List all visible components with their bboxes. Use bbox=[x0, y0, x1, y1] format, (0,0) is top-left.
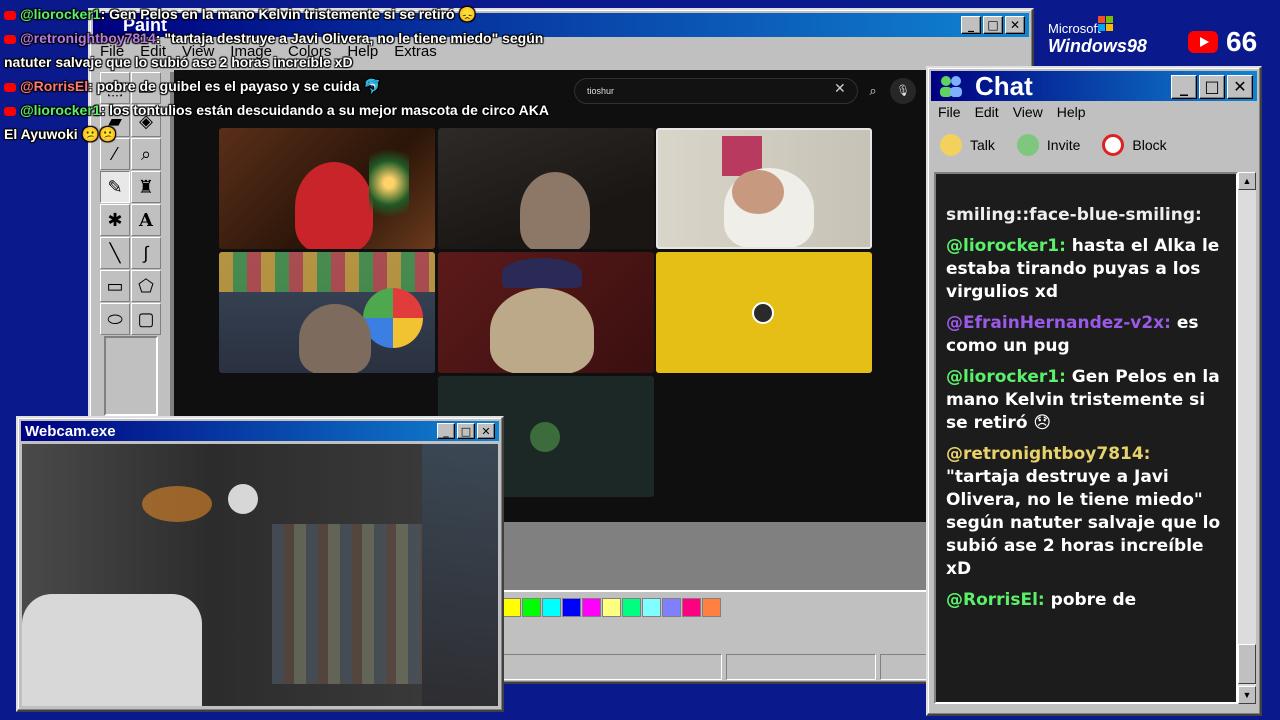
scroll-thumb[interactable] bbox=[1238, 644, 1256, 684]
color-swatch[interactable] bbox=[522, 598, 541, 617]
video-tile bbox=[219, 128, 435, 249]
overlay-chat-line: @retronightboy7814: "tartaja destruye a … bbox=[4, 26, 544, 50]
overlay-chat-line: @liorocker1: los tontulios están descuid… bbox=[4, 98, 549, 122]
chat-message: @RorrisEl: pobre de bbox=[946, 589, 1222, 612]
webcam-window: Webcam.exe _ □ ✕ bbox=[16, 416, 504, 712]
scroll-up-icon[interactable]: ▲ bbox=[1238, 172, 1256, 190]
maximize-button[interactable]: □ bbox=[457, 423, 475, 439]
text-icon[interactable]: A bbox=[131, 204, 161, 236]
youtube-icon bbox=[4, 10, 16, 20]
maximize-button[interactable]: □ bbox=[983, 16, 1003, 34]
talk-icon bbox=[940, 134, 962, 156]
minimize-button[interactable]: _ bbox=[961, 16, 981, 34]
maximize-button[interactable]: □ bbox=[1199, 75, 1225, 99]
chat-menubar: File Edit View Help bbox=[938, 104, 1086, 120]
search-input[interactable]: tioshur bbox=[574, 78, 858, 104]
chat-scrollbar[interactable]: ▲ ▼ bbox=[1238, 172, 1256, 704]
clear-icon[interactable]: ✕ bbox=[834, 80, 846, 97]
pencil-icon[interactable]: ✎ bbox=[100, 171, 130, 203]
microphone-icon[interactable]: 🎙 bbox=[890, 78, 916, 104]
color-swatch[interactable] bbox=[682, 598, 701, 617]
menu-file[interactable]: File bbox=[938, 104, 961, 120]
chat-username[interactable]: @RorrisEl: bbox=[946, 590, 1045, 610]
rounded-rect-icon[interactable]: ▢ bbox=[131, 303, 161, 335]
overlay-chat-line: @RorrisEl: pobre de guibel es el payaso … bbox=[4, 74, 544, 98]
block-button[interactable]: Block bbox=[1102, 134, 1167, 156]
color-swatch[interactable] bbox=[582, 598, 601, 617]
chat-text: pobre de bbox=[1044, 590, 1137, 610]
chat-toolbar: Talk Invite Block bbox=[940, 132, 1167, 158]
video-tile bbox=[656, 128, 872, 249]
avatar bbox=[530, 422, 560, 452]
video-tile bbox=[219, 252, 435, 373]
webcam-titlebar[interactable]: Webcam.exe _ □ ✕ bbox=[21, 421, 499, 441]
menu-edit[interactable]: Edit bbox=[975, 104, 999, 120]
color-swatch[interactable] bbox=[542, 598, 561, 617]
color-swatch[interactable] bbox=[642, 598, 661, 617]
chat-username[interactable]: @liorocker1: bbox=[946, 236, 1066, 256]
chat-username[interactable]: @liorocker1: bbox=[946, 367, 1066, 387]
youtube-icon bbox=[4, 34, 16, 44]
minimize-button[interactable]: _ bbox=[1171, 75, 1197, 99]
video-tile bbox=[656, 252, 872, 373]
chat-text: "tartaja destruye a Javi Olivera, no le … bbox=[946, 467, 1221, 579]
color-swatch[interactable] bbox=[702, 598, 721, 617]
block-icon bbox=[1102, 134, 1125, 156]
menu-view[interactable]: View bbox=[1013, 104, 1043, 120]
chat-message: @liorocker1: Gen Pelos en la mano Kelvin… bbox=[946, 366, 1222, 435]
line-icon[interactable]: ╲ bbox=[100, 237, 130, 269]
polygon-icon[interactable]: ⬠ bbox=[131, 270, 161, 302]
video-tile bbox=[438, 252, 654, 373]
youtube-viewer-count: 66 bbox=[1188, 26, 1257, 58]
color-swatch[interactable] bbox=[662, 598, 681, 617]
windows98-logo: Microsoft Windows98 bbox=[1048, 16, 1147, 56]
close-button[interactable]: ✕ bbox=[1227, 75, 1253, 99]
overlay-chat-line: natuter salvaje que lo subió ase 2 horas… bbox=[4, 54, 353, 70]
chat-message: @retronightboy7814: "tartaja destruye a … bbox=[946, 443, 1222, 581]
brush-icon[interactable]: ♜ bbox=[131, 171, 161, 203]
scroll-down-icon[interactable]: ▼ bbox=[1238, 686, 1256, 704]
color-swatch[interactable] bbox=[622, 598, 641, 617]
chat-username[interactable]: @retronightboy7814: bbox=[946, 444, 1150, 464]
talk-button[interactable]: Talk bbox=[940, 134, 995, 156]
overlay-chat-line: El Ayuwoki 😕😕 bbox=[4, 126, 117, 142]
color-palette bbox=[502, 598, 721, 617]
minimize-button[interactable]: _ bbox=[437, 423, 455, 439]
search-icon[interactable]: ⌕ bbox=[858, 78, 888, 104]
chat-message: smiling::face-blue-smiling: bbox=[946, 205, 1202, 225]
chat-log[interactable]: smiling::face-blue-smiling: @liorocker1:… bbox=[934, 172, 1238, 704]
chat-username[interactable]: @EfrainHernandez-v2x: bbox=[946, 313, 1171, 333]
close-button[interactable]: ✕ bbox=[477, 423, 495, 439]
chat-message: @EfrainHernandez-v2x: es como un pug bbox=[946, 312, 1222, 358]
overlay-chat: @liorocker1: Gen Pelos en la mano Kelvin… bbox=[4, 2, 549, 146]
webcam-feed bbox=[22, 444, 498, 706]
chat-titlebar[interactable]: Chat _ □ ✕ bbox=[931, 71, 1257, 101]
chat-title: Chat bbox=[975, 70, 1033, 101]
youtube-icon bbox=[1188, 31, 1218, 53]
tool-options[interactable] bbox=[104, 336, 158, 416]
rectangle-icon[interactable]: ▭ bbox=[100, 270, 130, 302]
color-swatch[interactable] bbox=[502, 598, 521, 617]
color-swatch[interactable] bbox=[562, 598, 581, 617]
chat-message: @liorocker1: hasta el Alka le estaba tir… bbox=[946, 235, 1222, 304]
youtube-icon bbox=[4, 82, 16, 92]
menu-help[interactable]: Help bbox=[1057, 104, 1086, 120]
avatar bbox=[752, 302, 774, 324]
close-button[interactable]: ✕ bbox=[1005, 16, 1025, 34]
overlay-chat-line: @liorocker1: Gen Pelos en la mano Kelvin… bbox=[4, 2, 544, 26]
video-tile bbox=[438, 128, 654, 249]
curve-icon[interactable]: ∫ bbox=[131, 237, 161, 269]
people-icon bbox=[937, 74, 965, 98]
invite-icon bbox=[1016, 134, 1039, 156]
windows-flag-icon bbox=[1098, 16, 1114, 32]
ellipse-icon[interactable]: ⬭ bbox=[100, 303, 130, 335]
invite-button[interactable]: Invite bbox=[1016, 134, 1080, 156]
webcam-title: Webcam.exe bbox=[25, 422, 116, 440]
youtube-icon bbox=[4, 106, 16, 116]
chat-window: Chat _ □ ✕ File Edit View Help Talk Invi… bbox=[926, 66, 1262, 716]
color-swatch[interactable] bbox=[602, 598, 621, 617]
airbrush-icon[interactable]: ✱ bbox=[100, 204, 130, 236]
